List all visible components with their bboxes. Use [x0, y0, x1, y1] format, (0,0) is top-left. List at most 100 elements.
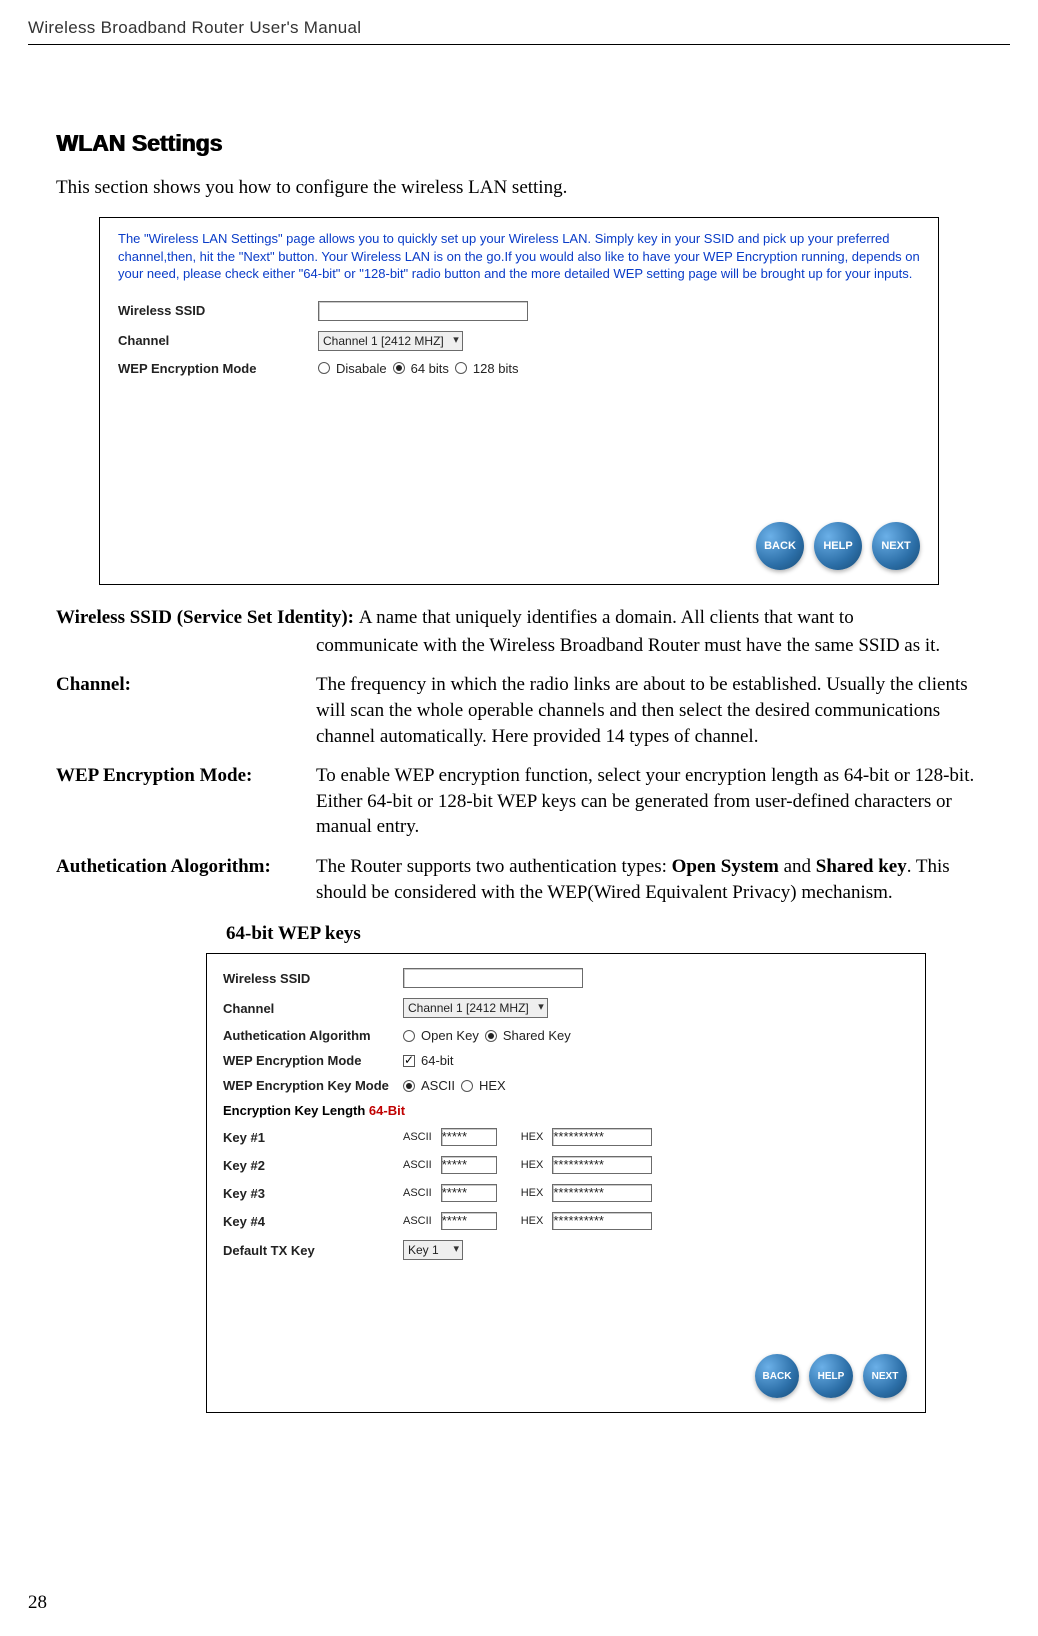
p2-wepmode-checkbox[interactable] — [403, 1055, 415, 1067]
p2-key1-ascii-sub: ASCII — [403, 1131, 432, 1143]
wep-disable-radio[interactable] — [318, 362, 330, 374]
page-number: 28 — [28, 1592, 47, 1614]
p2-help-button[interactable]: HELP — [809, 1354, 853, 1398]
def-ssid-spacer — [56, 633, 316, 659]
p2-key1-hex-sub: HEX — [521, 1131, 544, 1143]
p2-row-auth: Authetication Algorithm Open Key Shared … — [223, 1028, 909, 1043]
p2-row-key3: Key #3 ASCII ***** HEX ********** — [223, 1184, 909, 1202]
p2-key3-hex-input[interactable]: ********** — [552, 1184, 652, 1202]
page-content: WLAN Settings This section shows you how… — [56, 130, 982, 1433]
definitions: Wireless SSID (Service Set Identity): A … — [56, 605, 982, 905]
p2-key4-ascii-sub: ASCII — [403, 1215, 432, 1227]
p2-row-key2: Key #2 ASCII ***** HEX ********** — [223, 1156, 909, 1174]
auth-shared-key: Shared key — [816, 856, 907, 877]
wep-128-text: 128 bits — [473, 361, 519, 376]
def-wep: WEP Encryption Mode: To enable WEP encry… — [56, 763, 982, 840]
auth-pre: The Router supports two authentication t… — [316, 856, 672, 877]
def-auth-term: Authetication Alogorithm: — [56, 854, 316, 905]
p2-wepmode-label: WEP Encryption Mode — [223, 1053, 403, 1068]
p2-key1-label: Key #1 — [223, 1130, 403, 1145]
p2-key2-hex-sub: HEX — [521, 1159, 544, 1171]
p2-auth-open-text: Open Key — [421, 1028, 479, 1043]
p2-key3-ascii-sub: ASCII — [403, 1187, 432, 1199]
def-ssid-firstline: A name that uniquely identifies a domain… — [359, 607, 854, 628]
def-wep-term: WEP Encryption Mode: — [56, 763, 316, 840]
p2-row-key4: Key #4 ASCII ***** HEX ********** — [223, 1212, 909, 1230]
p2-enclen-value: 64-Bit — [369, 1103, 405, 1118]
wep-64-text: 64 bits — [411, 361, 449, 376]
def-ssid-term: Wireless SSID (Service Set Identity): — [56, 607, 359, 628]
p2-defkey-label: Default TX Key — [223, 1243, 403, 1258]
p2-key3-label: Key #3 — [223, 1186, 403, 1201]
p2-row-key1: Key #1 ASCII ***** HEX ********** — [223, 1128, 909, 1146]
p2-auth-label: Authetication Algorithm — [223, 1028, 403, 1043]
def-channel: Channel: The frequency in which the radi… — [56, 672, 982, 749]
p2-enclen: Encryption Key Length 64-Bit — [223, 1103, 909, 1118]
channel-select[interactable]: Channel 1 [2412 MHZ] — [318, 331, 463, 351]
def-ssid-rest: communicate with the Wireless Broadband … — [316, 633, 982, 659]
panel1-nav: BACK HELP NEXT — [756, 522, 920, 570]
channel-label: Channel — [118, 333, 318, 348]
p2-row-keymode: WEP Encryption Key Mode ASCII HEX — [223, 1078, 909, 1093]
panel2-nav: BACK HELP NEXT — [755, 1354, 907, 1398]
p2-row-ssid: Wireless SSID — [223, 968, 909, 988]
wep-64-radio[interactable] — [393, 362, 405, 374]
wlan-64bit-panel: Wireless SSID Channel Channel 1 [2412 MH… — [206, 953, 926, 1413]
wlan-basic-panel: The "Wireless LAN Settings" page allows … — [99, 217, 939, 585]
row-wep-mode: WEP Encryption Mode Disabale 64 bits 128… — [118, 361, 920, 376]
p2-key2-ascii-input[interactable]: ***** — [441, 1156, 497, 1174]
def-channel-term: Channel: — [56, 672, 316, 749]
p2-key2-ascii-sub: ASCII — [403, 1159, 432, 1171]
def-ssid-line2: communicate with the Wireless Broadband … — [56, 633, 982, 659]
page-header: Wireless Broadband Router User's Manual — [28, 18, 1010, 38]
p2-wepmode-value: 64-bit — [421, 1053, 454, 1068]
header-divider — [28, 44, 1010, 45]
p2-keymode-hex-radio[interactable] — [461, 1080, 473, 1092]
p2-row-channel: Channel Channel 1 [2412 MHZ] — [223, 998, 909, 1018]
p2-key1-hex-input[interactable]: ********** — [552, 1128, 652, 1146]
p2-row-wepmode: WEP Encryption Mode 64-bit — [223, 1053, 909, 1068]
p2-key4-hex-input[interactable]: ********** — [552, 1212, 652, 1230]
p2-keymode-ascii-text: ASCII — [421, 1078, 455, 1093]
p2-key1-ascii-input[interactable]: ***** — [441, 1128, 497, 1146]
p2-key4-label: Key #4 — [223, 1214, 403, 1229]
p2-row-defkey: Default TX Key Key 1 — [223, 1240, 909, 1260]
p2-keymode-ascii-radio[interactable] — [403, 1080, 415, 1092]
p2-channel-select[interactable]: Channel 1 [2412 MHZ] — [403, 998, 548, 1018]
p2-key2-hex-input[interactable]: ********** — [552, 1156, 652, 1174]
p2-keymode-label: WEP Encryption Key Mode — [223, 1078, 403, 1093]
p2-key3-ascii-input[interactable]: ***** — [441, 1184, 497, 1202]
p2-channel-label: Channel — [223, 1001, 403, 1016]
ssid-label: Wireless SSID — [118, 303, 318, 318]
def-ssid-line1: Wireless SSID (Service Set Identity): A … — [56, 605, 982, 631]
next-button[interactable]: NEXT — [872, 522, 920, 570]
row-channel: Channel Channel 1 [2412 MHZ] — [118, 331, 920, 351]
p2-key4-hex-sub: HEX — [521, 1215, 544, 1227]
back-button[interactable]: BACK — [756, 522, 804, 570]
def-channel-body: The frequency in which the radio links a… — [316, 672, 982, 749]
p2-auth-open-radio[interactable] — [403, 1030, 415, 1042]
p2-defkey-select[interactable]: Key 1 — [403, 1240, 463, 1260]
section-title: WLAN Settings — [56, 130, 982, 157]
p2-key3-hex-sub: HEX — [521, 1187, 544, 1199]
p2-key2-label: Key #2 — [223, 1158, 403, 1173]
def-wep-body: To enable WEP encryption function, selec… — [316, 763, 982, 840]
p2-auth-shared-radio[interactable] — [485, 1030, 497, 1042]
panel-hint-text: The "Wireless LAN Settings" page allows … — [118, 230, 920, 283]
def-auth-body: The Router supports two authentication t… — [316, 854, 982, 905]
p2-enclen-label: Encryption Key Length — [223, 1103, 365, 1118]
def-auth: Authetication Alogorithm: The Router sup… — [56, 854, 982, 905]
help-button[interactable]: HELP — [814, 522, 862, 570]
p2-ssid-input[interactable] — [403, 968, 583, 988]
p2-auth-shared-text: Shared Key — [503, 1028, 571, 1043]
row-ssid: Wireless SSID — [118, 301, 920, 321]
p2-next-button[interactable]: NEXT — [863, 1354, 907, 1398]
subheading-64bit: 64-bit WEP keys — [226, 923, 982, 945]
ssid-input[interactable] — [318, 301, 528, 321]
p2-ssid-label: Wireless SSID — [223, 971, 403, 986]
p2-keymode-hex-text: HEX — [479, 1078, 506, 1093]
auth-mid: and — [779, 856, 816, 877]
p2-key4-ascii-input[interactable]: ***** — [441, 1212, 497, 1230]
wep-128-radio[interactable] — [455, 362, 467, 374]
p2-back-button[interactable]: BACK — [755, 1354, 799, 1398]
